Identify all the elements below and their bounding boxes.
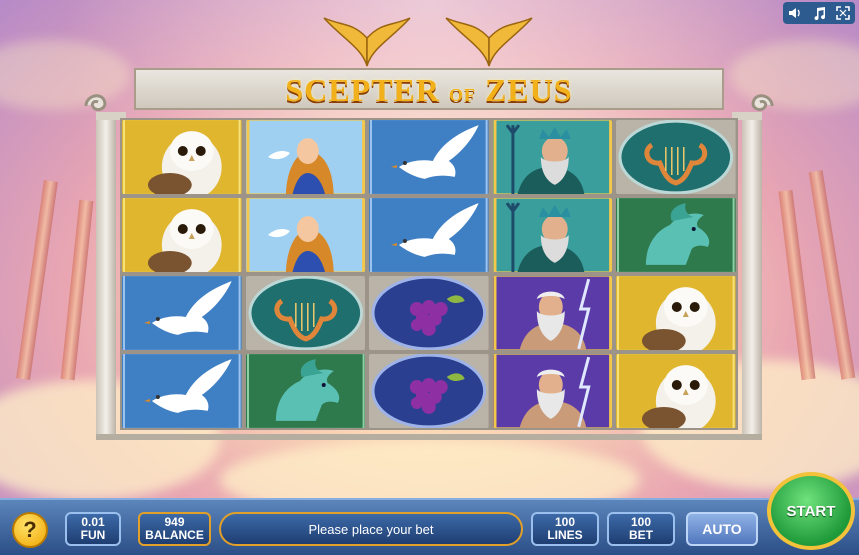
reel-symbol-lyre <box>616 120 736 194</box>
golden-wing-icon <box>323 17 411 67</box>
balance-label: BALANCE <box>145 528 204 542</box>
reel-symbol-horse <box>616 198 736 272</box>
lines-label: LINES <box>547 528 583 542</box>
help-button[interactable]: ? <box>12 512 48 548</box>
bet-label: BET <box>629 528 653 542</box>
reel-symbol-owl <box>616 354 736 428</box>
music-icon[interactable] <box>811 5 827 21</box>
reel-symbol-owl <box>616 276 736 350</box>
speaker-icon[interactable] <box>787 5 803 21</box>
lines-button[interactable]: 100 LINES <box>531 512 599 546</box>
start-label: START <box>786 502 836 520</box>
reel-symbol-zeus <box>492 276 613 350</box>
reel-grid <box>120 118 738 430</box>
reel-symbol-dove <box>369 198 489 272</box>
reel-symbol-dove <box>122 354 242 428</box>
left-column <box>96 112 116 438</box>
poseidon-icon <box>492 120 613 194</box>
horse-icon <box>245 354 366 428</box>
game-title: SCEPTER OF ZEUS <box>134 70 724 110</box>
owl-icon <box>122 198 242 272</box>
grapes-icon <box>369 276 489 350</box>
reel-symbol-owl <box>122 120 242 194</box>
goddess-icon <box>245 120 366 194</box>
coin-value-button[interactable]: 0.01 FUN <box>65 512 121 546</box>
status-message: Please place your bet <box>308 521 434 537</box>
fullscreen-icon[interactable] <box>835 5 851 21</box>
reel-symbol-poseidon <box>492 120 613 194</box>
dove-icon <box>369 120 489 194</box>
zeus-icon <box>492 354 613 428</box>
grapes-icon <box>369 354 489 428</box>
frame-base <box>96 434 762 440</box>
goddess-icon <box>245 198 366 272</box>
dove-icon <box>369 198 489 272</box>
reel-symbol-zeus <box>492 354 613 428</box>
right-column <box>742 112 762 438</box>
poseidon-icon <box>492 198 613 272</box>
ionic-scroll-icon <box>732 94 774 120</box>
auto-label: AUTO <box>702 521 742 537</box>
bet-button[interactable]: 100 BET <box>607 512 675 546</box>
balance-display: 949 BALANCE <box>138 512 211 546</box>
dove-icon <box>122 276 242 350</box>
owl-icon <box>122 120 242 194</box>
reel-symbol-dove <box>122 276 242 350</box>
zeus-icon <box>492 276 613 350</box>
start-button[interactable]: START <box>767 472 855 550</box>
title-word: OF <box>449 85 476 105</box>
reel-symbol-goddess <box>245 198 366 272</box>
owl-icon <box>616 354 736 428</box>
lyre-icon <box>245 276 366 350</box>
horse-icon <box>616 198 736 272</box>
title-word: ZEUS <box>485 72 573 108</box>
reel-symbol-horse <box>245 354 366 428</box>
lyre-icon <box>616 120 736 194</box>
title-word: SCEPTER <box>285 72 440 108</box>
dove-icon <box>122 354 242 428</box>
help-label: ? <box>23 517 37 542</box>
reel-symbol-grapes <box>369 276 489 350</box>
owl-icon <box>616 276 736 350</box>
reel-symbol-goddess <box>245 120 366 194</box>
coin-label: FUN <box>80 528 106 542</box>
reel-symbol-owl <box>122 198 242 272</box>
utility-bar <box>783 2 855 24</box>
golden-wing-icon <box>445 17 533 67</box>
reel-symbol-dove <box>369 120 489 194</box>
message-bar: Please place your bet <box>219 512 523 546</box>
reel-symbol-lyre <box>245 276 366 350</box>
reel-symbol-poseidon <box>492 198 613 272</box>
reel-symbol-grapes <box>369 354 489 428</box>
auto-button[interactable]: AUTO <box>686 512 758 546</box>
ionic-scroll-icon <box>84 94 126 120</box>
